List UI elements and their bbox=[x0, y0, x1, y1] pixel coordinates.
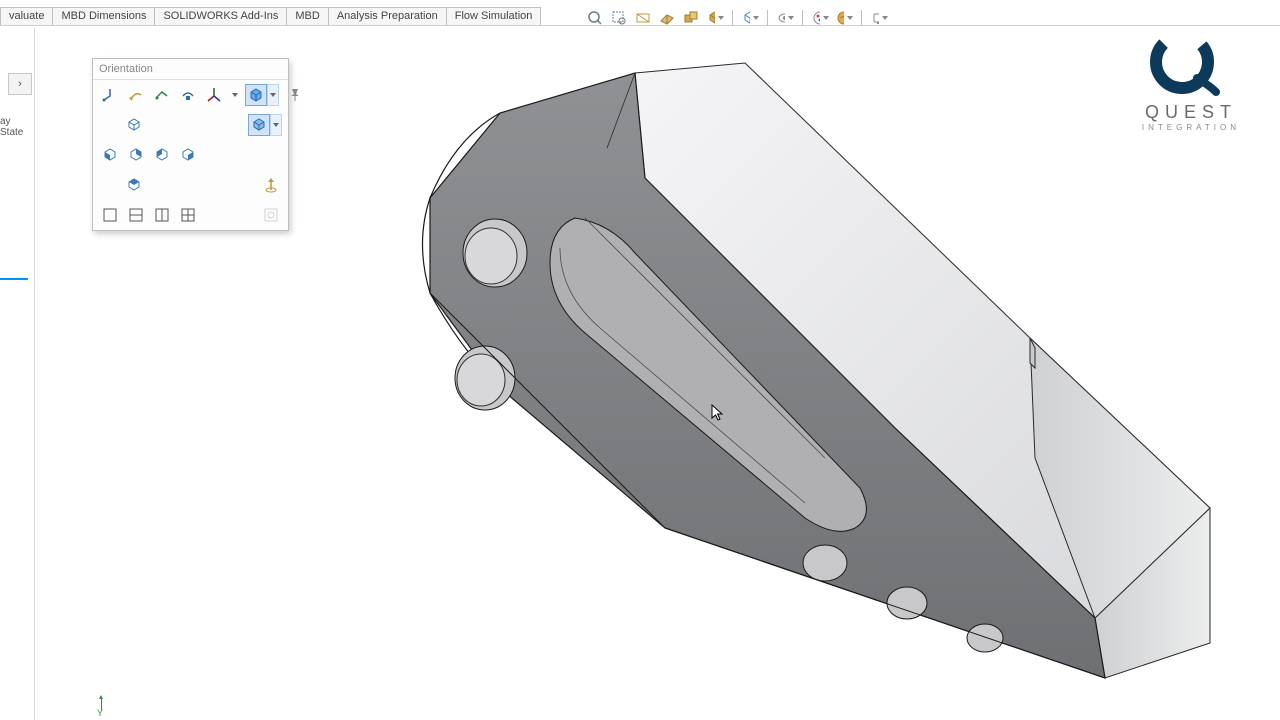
view-cube-mode-dropdown-icon[interactable] bbox=[270, 114, 282, 136]
hud-sep-2 bbox=[767, 10, 768, 26]
left-view-icon[interactable] bbox=[151, 144, 173, 166]
orientation-panel: Orientation bbox=[92, 58, 289, 231]
orientation-row-2 bbox=[93, 110, 288, 140]
top-view-icon[interactable] bbox=[123, 174, 145, 196]
pushpin-icon[interactable] bbox=[283, 84, 305, 106]
orientation-row-3 bbox=[93, 140, 288, 170]
brand-subtitle: INTEGRATION bbox=[1142, 123, 1240, 132]
front-view-icon[interactable] bbox=[99, 144, 121, 166]
view-cube-mode-icon[interactable] bbox=[248, 114, 270, 136]
right-view-icon[interactable] bbox=[177, 144, 199, 166]
apply-scene-icon[interactable] bbox=[835, 9, 853, 27]
hud-sep-4 bbox=[861, 10, 862, 26]
section-view-icon[interactable] bbox=[658, 9, 676, 27]
orientation-title: Orientation bbox=[99, 63, 153, 75]
display-state-label-clipped: ay State bbox=[0, 116, 34, 138]
single-view-icon[interactable] bbox=[99, 204, 121, 226]
pin-icon[interactable] bbox=[270, 62, 284, 76]
triad-y-label: Y bbox=[97, 708, 103, 718]
orientation-row-1 bbox=[93, 80, 288, 110]
next-view-icon[interactable] bbox=[151, 84, 173, 106]
sidebar-active-indicator bbox=[0, 278, 28, 282]
view-orientation-icon[interactable] bbox=[99, 84, 121, 106]
axes-dropdown-icon[interactable] bbox=[229, 84, 241, 106]
tab-analysis-prep[interactable]: Analysis Preparation bbox=[328, 7, 447, 25]
brand-logo: QUEST INTEGRATION bbox=[1142, 30, 1240, 132]
edit-appearance-icon[interactable] bbox=[811, 9, 829, 27]
tab-sw-addins[interactable]: SOLIDWORKS Add-Ins bbox=[154, 7, 287, 25]
view-selector-icon[interactable] bbox=[177, 84, 199, 106]
orientation-row-5 bbox=[93, 200, 288, 230]
view-cube-dropdown-icon[interactable] bbox=[267, 84, 279, 106]
hud-sep-3 bbox=[802, 10, 803, 26]
tab-mbd-dimensions[interactable]: MBD Dimensions bbox=[52, 7, 155, 25]
orientation-row-4 bbox=[93, 170, 288, 200]
hide-show-icon[interactable] bbox=[776, 9, 794, 27]
dynamic-annotation-icon[interactable] bbox=[682, 9, 700, 27]
orientation-titlebar[interactable]: Orientation bbox=[93, 59, 288, 80]
feature-tree-expand-button[interactable]: › bbox=[8, 73, 32, 95]
quest-logo-icon bbox=[1142, 30, 1222, 98]
normal-to-icon[interactable] bbox=[260, 174, 282, 196]
view-settings-icon[interactable] bbox=[870, 9, 888, 27]
tab-flow-sim[interactable]: Flow Simulation bbox=[446, 7, 542, 25]
isometric-view-icon[interactable] bbox=[123, 114, 145, 136]
view-cube-icon[interactable] bbox=[245, 84, 267, 106]
two-view-v-icon[interactable] bbox=[151, 204, 173, 226]
heads-up-toolbar bbox=[586, 9, 888, 27]
zoom-to-area-icon[interactable] bbox=[610, 9, 628, 27]
tab-evaluate[interactable]: valuate bbox=[0, 7, 53, 25]
four-view-icon[interactable] bbox=[177, 204, 199, 226]
two-view-h-icon[interactable] bbox=[125, 204, 147, 226]
brand-name: QUEST bbox=[1142, 102, 1240, 123]
previous-view-icon[interactable] bbox=[634, 9, 652, 27]
model-isometric-render bbox=[335, 38, 1255, 698]
view-orientation-icon[interactable] bbox=[706, 9, 724, 27]
link-views-icon[interactable] bbox=[260, 204, 282, 226]
zoom-to-fit-icon[interactable] bbox=[586, 9, 604, 27]
update-axes-icon[interactable] bbox=[203, 84, 225, 106]
previous-view-icon[interactable] bbox=[125, 84, 147, 106]
tab-mbd[interactable]: MBD bbox=[286, 7, 328, 25]
display-style-icon[interactable] bbox=[741, 9, 759, 27]
feature-manager-collapsed: › ay State bbox=[0, 28, 35, 720]
hud-sep-1 bbox=[732, 10, 733, 26]
back-view-icon[interactable] bbox=[125, 144, 147, 166]
